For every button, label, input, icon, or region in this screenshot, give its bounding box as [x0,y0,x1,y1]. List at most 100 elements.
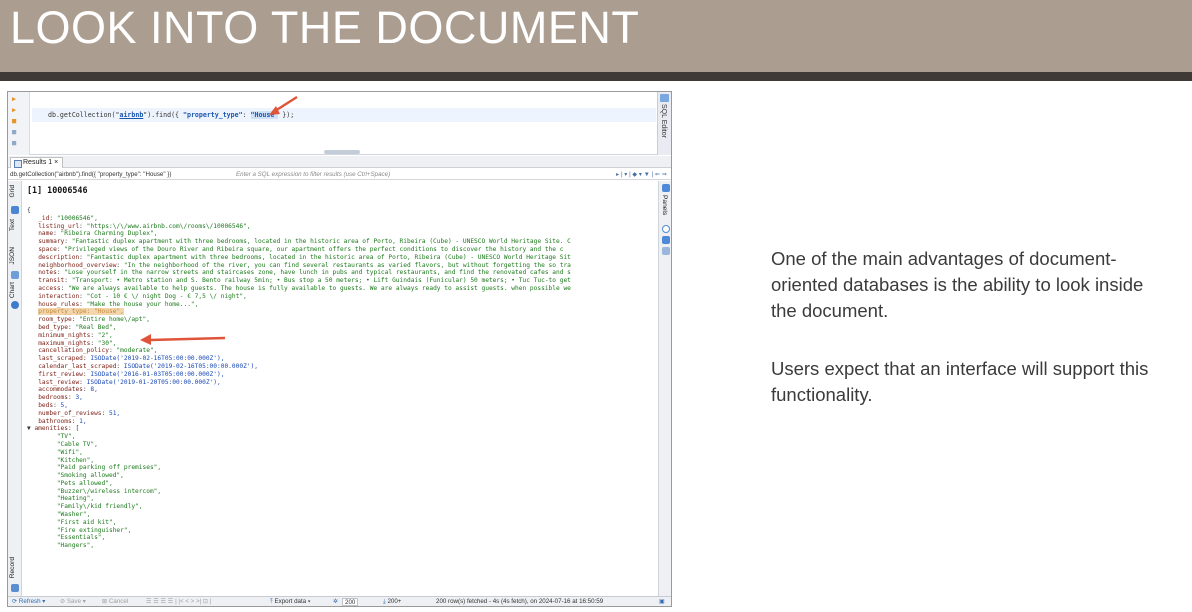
refresh-label: Refresh ▾ [18,598,46,605]
results-tab-strip: Results 1 × [8,156,671,168]
document-field: notes: "Lose yourself in the narrow stre… [38,269,571,277]
chart-icon [11,301,19,309]
tab-record[interactable]: Record [9,557,16,578]
export-data-button[interactable]: ⤒ Export data ▾ [270,597,311,606]
cancel-button[interactable]: ⊠ Cancel [102,597,128,606]
document-field: listing_url: "https:\/\/www.airbnb.com\/… [38,222,251,230]
amenity-item: "Heating", [27,495,571,503]
sql-editor[interactable]: ▶ ▶ ■ ■ ■ db.getCollection("airbnb").fin… [8,92,671,155]
sql-editor-side-tab[interactable]: SQL Editor [657,92,671,155]
tab-text[interactable]: Text [9,219,16,231]
save-button[interactable]: ⊘ Save ▾ [60,597,86,606]
field-value: ISODate('2019-02-16T05:00:00.000Z'), [123,362,258,370]
document-field: _id: "10006546", [38,214,98,222]
field-key: accommodates [38,386,83,394]
field-key: space [38,245,57,253]
tab-json[interactable]: JSON [9,247,16,265]
panel-toggle-icon[interactable]: ▣ [659,597,665,606]
property-type-highlight: property_type: "House", [38,308,124,316]
amenity-value: "Wifi", [56,448,83,456]
format-icon[interactable]: ■ [12,128,22,136]
field-value: "30", [97,339,117,347]
document-field: accommodates: 8, [38,386,98,394]
slide-header: LOOK INTO THE DOCUMENT [0,0,1192,72]
field-value: "Cot - 10 € \/ night Dog - € 7,5 \/ nigh… [86,292,247,300]
field-value: "Privileged views of the Douro River and… [64,245,564,253]
field-key: first_review [38,370,83,378]
grid-icon [11,206,19,214]
explain-plan-icon[interactable]: ■ [12,117,22,125]
amenity-value: "Fire extinguisher", [56,526,132,534]
history-icon[interactable]: ■ [12,139,22,147]
filter-input[interactable]: Enter a SQL expression to filter results… [236,169,390,180]
field-key: calendar_last_scraped [38,362,117,370]
tab-chart[interactable]: Chart [9,282,16,298]
amenity-value: "Family\/kid friendly", [56,503,143,511]
panels-icon [662,184,670,192]
field-value: "Fantastic duplex apartment with three b… [71,238,571,246]
query-mid: ").find({ [143,111,183,119]
json-icon [11,271,19,279]
header-divider [0,72,1192,81]
editor-gutter: ▶ ▶ ■ ■ ■ [8,92,30,155]
query-key: "property_type" [183,111,243,119]
save-label: Save ▾ [66,598,86,605]
field-value: "Fantastic duplex apartment with three b… [86,253,571,261]
result-view-tabs: Grid Text JSON Chart Record [8,181,22,596]
document-field: room_type: "Entire home\/apt", [38,316,150,324]
open-brace: { [27,207,31,214]
document-field: interaction: "Cot - 10 € \/ night Dog - … [38,292,247,300]
field-key: beds [38,401,54,409]
panel-splitter[interactable] [324,150,360,154]
dbeaver-screenshot: ▶ ▶ ■ ■ ■ db.getCollection("airbnb").fin… [7,91,672,607]
navigation-icons[interactable]: ☰ ☰ ☰ ☰ | |< < > >| ⊡ | [146,597,211,606]
field-value: ISODate('2019-02-16T05:00:00.000Z'), [90,355,225,363]
query-text[interactable]: db.getCollection("airbnb").find({ "prope… [48,111,294,119]
panels-side-tab[interactable]: Panels [658,181,671,596]
amenity-value: "Cable TV", [56,440,98,448]
document-field: neighborhood_overview: "In the neighborh… [38,261,571,269]
field-value: "Transport: • Metro station and S. Bento… [71,277,571,285]
document-field: access: "We are always available to help… [38,284,571,292]
export-label: Export data ▾ [274,598,311,605]
amenity-item: "TV", [27,433,571,441]
field-value: "10006546", [56,214,98,222]
fetch-all-button[interactable]: ⤓ 200+ [383,597,402,606]
field-key: _id [38,214,50,222]
results-tab[interactable]: Results 1 × [10,157,64,168]
field-key: bathrooms [38,417,72,425]
field-key: interaction [38,292,80,300]
document-field: minimum_nights: "2", [38,331,113,339]
slide-title: LOOK INTO THE DOCUMENT [10,2,640,53]
field-key: name [38,230,54,238]
settings-icon[interactable]: ✲ [333,597,338,606]
panels-tab-label: Panels [661,195,668,216]
field-key: summary [38,238,65,246]
record-icon [11,584,19,592]
amenity-value: "Hangers", [56,542,95,550]
field-value: 1, [79,417,87,425]
metadata-panel-icon[interactable] [662,236,670,244]
run-script-icon[interactable]: ▶ [12,106,22,114]
filter-actions-icon[interactable]: ▸ | ▾ | ◆ ▾ ▼ | ⇐ ⇒ [616,169,667,180]
tab-grid[interactable]: Grid [9,185,16,197]
refresh-button[interactable]: ⟳ Refresh ▾ [12,597,46,606]
amenity-item: "Cable TV", [27,441,571,449]
doc-open-brace: { [27,207,571,215]
query-prefix: db.getCollection(" [48,111,120,119]
sql-editor-tab-label: SQL Editor [660,104,667,138]
field-key: last_scraped [38,355,83,363]
total-rows-label: 200+ [387,598,402,605]
document-title: [1] 10006546 [27,185,88,195]
field-value: "moderate", [116,347,158,355]
value-panel-icon[interactable] [662,225,670,233]
grouping-panel-icon[interactable] [662,247,670,255]
run-statement-icon[interactable]: ▶ [12,95,22,103]
field-key: notes [38,269,57,277]
field-value: 51, [108,409,121,417]
amenity-item: "Family\/kid friendly", [27,503,571,511]
page-size-input[interactable]: 200 [342,598,359,606]
field-key: bedrooms [38,394,68,402]
document-field: cancellation_policy: "moderate", [38,347,158,355]
json-document-view[interactable]: [1] 10006546 { _id: "10006546", listing_… [23,181,657,596]
